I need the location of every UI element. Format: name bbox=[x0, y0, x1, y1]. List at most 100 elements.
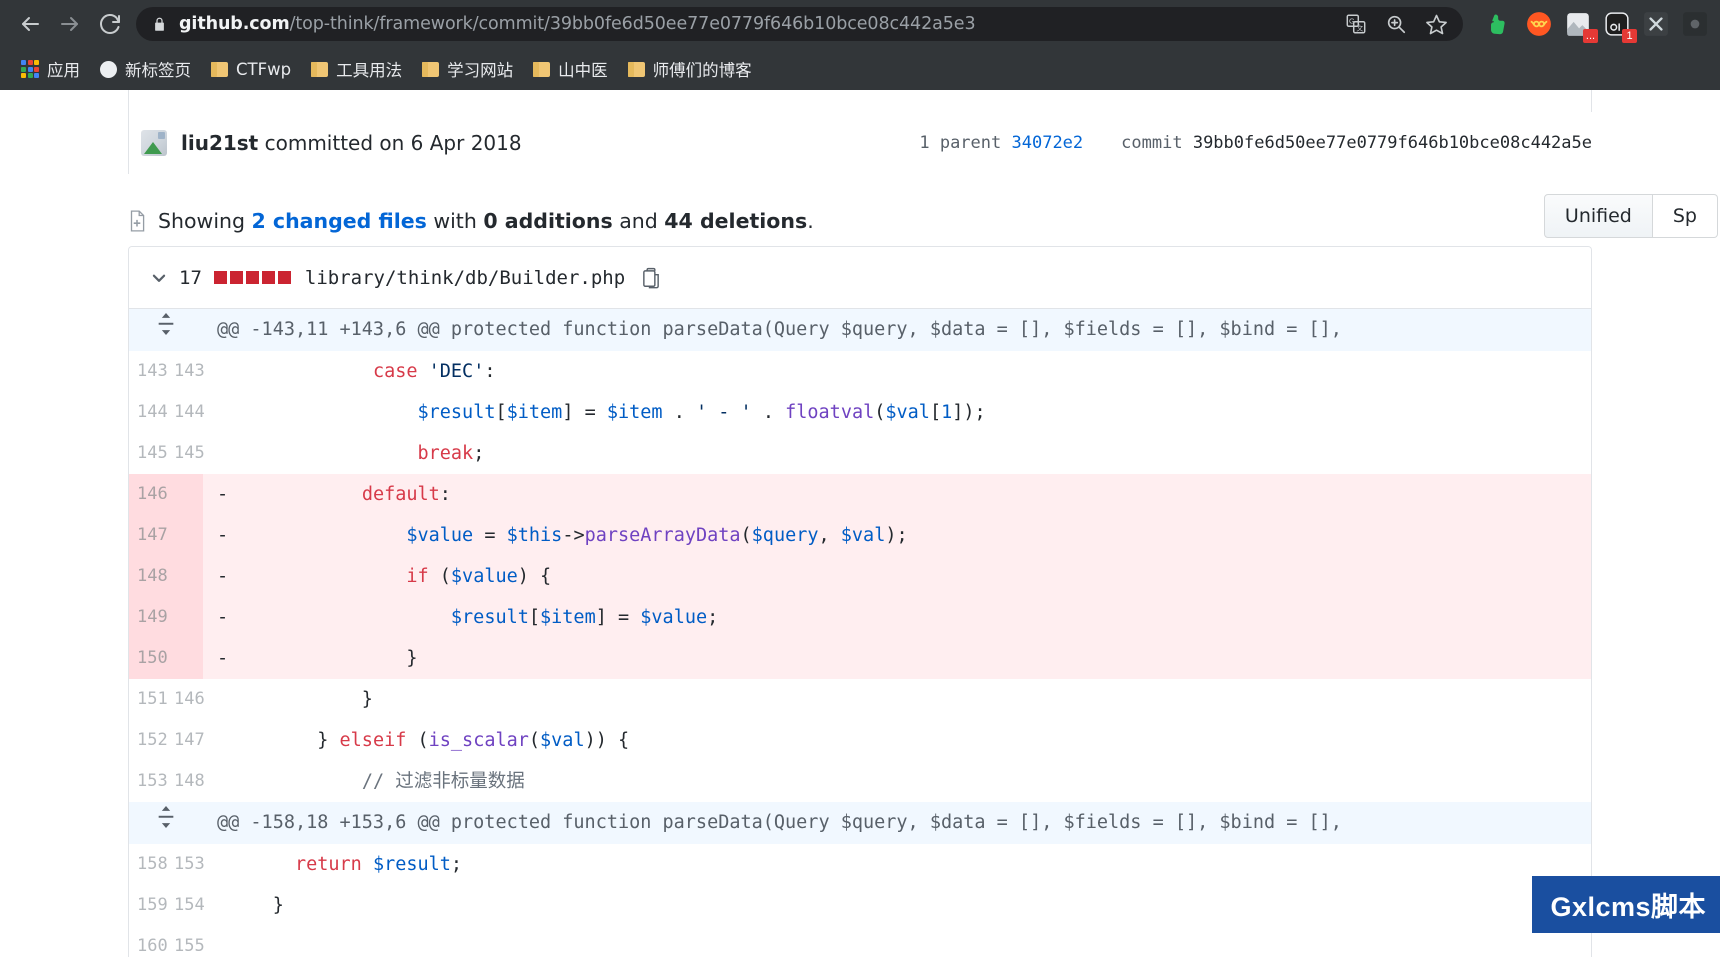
code-token: break bbox=[417, 443, 474, 464]
line-number-new[interactable] bbox=[166, 638, 203, 679]
line-number-old[interactable]: 150 bbox=[129, 638, 168, 679]
line-number-old[interactable]: 159 bbox=[129, 885, 168, 926]
code-token: if bbox=[406, 566, 429, 587]
diff-file-box: 17 library/think/db/Builder.php ··· @@ -… bbox=[128, 246, 1592, 957]
diff-line-code: - if ($value) { bbox=[203, 556, 1591, 597]
line-number-new[interactable] bbox=[166, 474, 203, 515]
bookmark-study[interactable]: 学习网站 bbox=[413, 52, 522, 86]
diff-line-context: 152 147 } elseif (is_scalar($val)) { bbox=[129, 720, 1591, 761]
line-number-new[interactable]: 143 bbox=[166, 351, 205, 392]
code-token: . bbox=[751, 402, 786, 423]
line-number-new[interactable]: 154 bbox=[166, 885, 205, 926]
line-number-old[interactable]: 160 bbox=[129, 926, 168, 957]
page-content: liu21st committed on 6 Apr 2018 1 parent… bbox=[0, 90, 1720, 957]
bookmark-label: 学习网站 bbox=[447, 61, 514, 80]
line-number-new[interactable] bbox=[166, 556, 203, 597]
line-number-old[interactable]: 148 bbox=[129, 556, 168, 597]
diff-line-context: 153 148 // 过滤非标量数据 bbox=[129, 761, 1591, 802]
summary-prefix: Showing bbox=[158, 209, 252, 233]
file-path[interactable]: library/think/db/Builder.php bbox=[305, 267, 625, 289]
bookmark-newtab[interactable]: 新标签页 bbox=[91, 52, 200, 86]
diff-line-marker: - bbox=[217, 607, 240, 628]
line-number-old[interactable]: 152 bbox=[129, 720, 168, 761]
diff-line-marker bbox=[217, 936, 239, 957]
split-view-button[interactable]: Sp bbox=[1652, 194, 1718, 238]
commit-sha[interactable]: 39bb0fe6d50ee77e0779f646b10bce08c442a5e bbox=[1193, 133, 1592, 153]
line-number-new[interactable]: 146 bbox=[166, 679, 205, 720]
x-extension-icon[interactable] bbox=[1641, 9, 1671, 39]
diff-line-marker bbox=[217, 689, 239, 710]
line-number-new[interactable]: 147 bbox=[166, 720, 205, 761]
line-number-old[interactable]: 151 bbox=[129, 679, 168, 720]
code-token: $val bbox=[540, 730, 585, 751]
code-token: $item bbox=[540, 607, 596, 628]
line-number-new[interactable]: 148 bbox=[166, 761, 205, 802]
line-number-new[interactable]: 144 bbox=[166, 392, 205, 433]
changed-files-link[interactable]: 2 changed files bbox=[252, 209, 427, 233]
code-token: case bbox=[372, 361, 418, 382]
code-token: . bbox=[662, 402, 696, 423]
bookmark-star-icon[interactable] bbox=[1423, 11, 1449, 37]
line-number-old[interactable]: 147 bbox=[129, 515, 168, 556]
diff-line-context: 158 153 return $result; bbox=[129, 844, 1591, 885]
line-number-old[interactable]: 145 bbox=[129, 433, 168, 474]
bookmark-tools[interactable]: 工具用法 bbox=[302, 52, 411, 86]
code-token: ]); bbox=[952, 402, 986, 423]
code-token: ' - ' bbox=[696, 402, 752, 423]
commit-author-name[interactable]: liu21st bbox=[181, 131, 258, 155]
hunk-expand-button[interactable] bbox=[129, 309, 203, 351]
line-number-new[interactable]: 153 bbox=[166, 844, 205, 885]
diff-line-deleted: 149 - $result[$item] = $value; bbox=[129, 597, 1591, 638]
parent-sha[interactable]: 34072e2 bbox=[1012, 133, 1084, 153]
line-number-new[interactable] bbox=[166, 597, 203, 638]
code-token: $item bbox=[606, 402, 663, 423]
line-number-old[interactable]: 153 bbox=[129, 761, 168, 802]
bookmark-label: 山中医 bbox=[558, 61, 608, 80]
code-token: ( bbox=[528, 730, 541, 751]
extensions-area: ... 1 bbox=[1471, 9, 1710, 43]
bookmark-label: CTFwp bbox=[236, 59, 292, 79]
translate-icon[interactable]: G文 bbox=[1343, 11, 1369, 37]
code-token: $result bbox=[417, 402, 496, 423]
line-number-old[interactable]: 144 bbox=[129, 392, 168, 433]
hunk-expand-button[interactable] bbox=[129, 802, 203, 844]
diff-line-context: 143 143 case 'DEC': bbox=[129, 351, 1591, 392]
back-button[interactable] bbox=[10, 4, 50, 44]
code-token: ); bbox=[885, 525, 908, 546]
bookmark-apps[interactable]: 应用 bbox=[12, 52, 89, 86]
notes-extension-icon[interactable]: 1 bbox=[1602, 9, 1637, 43]
summary-suffix: . bbox=[807, 209, 814, 233]
line-number-old[interactable]: 158 bbox=[129, 844, 168, 885]
code-token: $item bbox=[506, 402, 563, 423]
chevron-down-icon[interactable] bbox=[145, 269, 173, 287]
diff-line-marker bbox=[217, 361, 239, 382]
line-number-old[interactable]: 146 bbox=[129, 474, 168, 515]
line-number-new[interactable] bbox=[166, 515, 203, 556]
line-number-old[interactable]: 143 bbox=[129, 351, 168, 392]
evernote-extension-icon[interactable] bbox=[1485, 9, 1515, 39]
code-token: $val bbox=[885, 402, 930, 423]
code-token: ] = bbox=[562, 402, 607, 423]
line-number-new[interactable]: 145 bbox=[166, 433, 205, 474]
folder-icon bbox=[211, 61, 228, 77]
line-number-new[interactable]: 155 bbox=[166, 926, 205, 957]
diff-line-marker bbox=[217, 854, 239, 875]
bookmark-blogs[interactable]: 师傅们的博客 bbox=[619, 52, 761, 86]
bookmark-shanzhongyi[interactable]: 山中医 bbox=[524, 52, 617, 86]
copy-path-icon[interactable] bbox=[641, 267, 661, 289]
infinity-newtab-extension-icon[interactable] bbox=[1524, 9, 1554, 39]
forward-button[interactable] bbox=[50, 4, 90, 44]
zoom-icon[interactable] bbox=[1383, 11, 1409, 37]
unified-view-button[interactable]: Unified bbox=[1543, 194, 1653, 238]
unknown-extension-icon[interactable] bbox=[1680, 9, 1710, 39]
code-token: [ bbox=[495, 402, 507, 423]
bookmark-ctfwp[interactable]: CTFwp bbox=[202, 55, 300, 84]
avatar[interactable] bbox=[141, 130, 167, 156]
code-token: } bbox=[239, 689, 373, 710]
line-number-old[interactable]: 149 bbox=[129, 597, 168, 638]
screenshot-extension-icon[interactable]: ... bbox=[1563, 9, 1598, 43]
reload-button[interactable] bbox=[90, 4, 130, 44]
browser-chrome: github.com/top-think/framework/commit/39… bbox=[0, 0, 1720, 90]
address-bar[interactable]: github.com/top-think/framework/commit/39… bbox=[136, 7, 1463, 41]
